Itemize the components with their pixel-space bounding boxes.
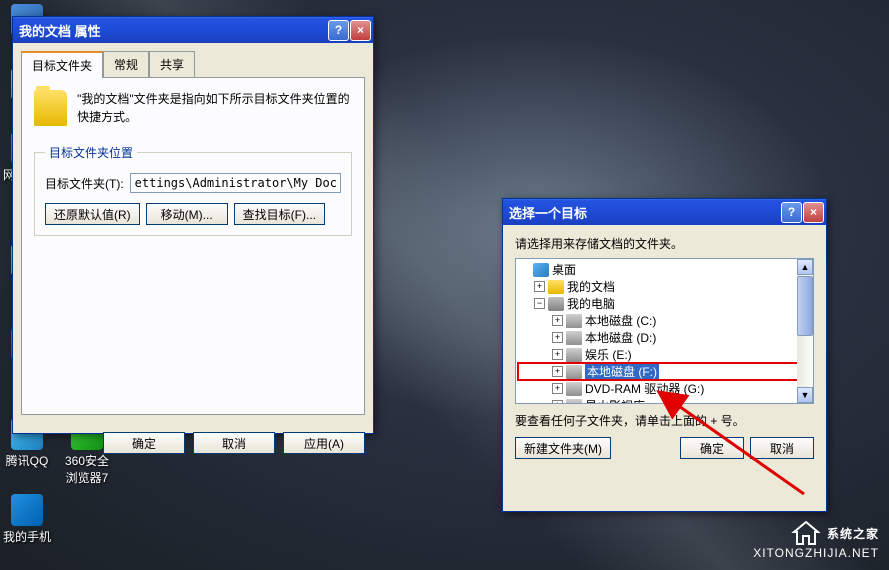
tree-node-drive-d[interactable]: +本地磁盘 (D:) [518, 329, 811, 346]
target-input[interactable] [130, 173, 341, 193]
tree-node-mydocs[interactable]: +我的文档 [518, 278, 811, 295]
help-button[interactable]: ? [781, 202, 802, 223]
help-button[interactable]: ? [328, 20, 349, 41]
find-target-button[interactable]: 查找目标(F)... [234, 203, 325, 225]
target-location-group: 目标文件夹位置 目标文件夹(T): 还原默认值(R) 移动(M)... 查找目标… [34, 144, 352, 236]
tree-node-mycomputer[interactable]: −我的电脑 [518, 295, 811, 312]
folder-tree[interactable]: 桌面 +我的文档 −我的电脑 +本地磁盘 (C:) +本地磁盘 (D:) +娱乐… [515, 258, 814, 404]
hint-text: 要查看任何子文件夹，请单击上面的 + 号。 [515, 412, 814, 429]
drive-icon [566, 365, 582, 379]
expand-icon[interactable]: + [552, 400, 563, 404]
window-title: 我的文档 属性 [19, 21, 327, 40]
folder-icon [34, 90, 67, 126]
cancel-button[interactable]: 取消 [750, 437, 814, 459]
close-button[interactable]: × [350, 20, 371, 41]
move-button[interactable]: 移动(M)... [146, 203, 228, 225]
drive-icon [566, 382, 582, 396]
expand-icon[interactable]: + [534, 281, 545, 292]
drive-icon [566, 348, 582, 362]
scrollbar-vertical[interactable]: ▲ ▼ [797, 259, 813, 403]
expand-icon[interactable]: + [552, 349, 563, 360]
folder-icon [548, 280, 564, 294]
tree-node-drive-c[interactable]: +本地磁盘 (C:) [518, 312, 811, 329]
target-label: 目标文件夹(T): [45, 175, 124, 192]
watermark-brand: 系统之家 [827, 525, 879, 542]
description-text: "我的文档"文件夹是指向如下所示目标文件夹位置的快捷方式。 [77, 90, 352, 126]
tab-strip: 目标文件夹 常规 共享 [21, 51, 365, 78]
tab-general[interactable]: 常规 [103, 51, 149, 78]
house-icon [791, 520, 821, 546]
desktop-icon [533, 263, 549, 277]
close-button[interactable]: × [803, 202, 824, 223]
prompt-text: 请选择用来存储文档的文件夹。 [515, 235, 814, 252]
tree-node-desktop[interactable]: 桌面 [518, 261, 811, 278]
titlebar[interactable]: 我的文档 属性 ? × [13, 17, 373, 43]
tree-node-drive-g[interactable]: +DVD-RAM 驱动器 (G:) [518, 380, 811, 397]
expand-icon[interactable]: + [552, 332, 563, 343]
apply-button[interactable]: 应用(A) [283, 432, 365, 454]
scroll-down-button[interactable]: ▼ [797, 387, 813, 403]
cancel-button[interactable]: 取消 [193, 432, 275, 454]
computer-icon [548, 297, 564, 311]
drive-icon [566, 399, 582, 405]
watermark: 系统之家 XITONGZHIJIA.NET [753, 520, 879, 560]
expand-icon[interactable]: + [552, 366, 563, 377]
collapse-icon[interactable]: − [534, 298, 545, 309]
expand-icon[interactable]: + [552, 383, 563, 394]
tree-node-extra[interactable]: +星火影视库 [518, 397, 811, 404]
restore-default-button[interactable]: 还原默认值(R) [45, 203, 140, 225]
expand-icon[interactable]: + [552, 315, 563, 326]
ok-button[interactable]: 确定 [680, 437, 744, 459]
tree-node-drive-e[interactable]: +娱乐 (E:) [518, 346, 811, 363]
drive-icon [566, 331, 582, 345]
browse-folder-dialog: 选择一个目标 ? × 请选择用来存储文档的文件夹。 桌面 +我的文档 −我的电脑… [502, 198, 827, 512]
window-title: 选择一个目标 [509, 203, 780, 222]
tree-node-drive-f[interactable]: +本地磁盘 (F:) [518, 363, 811, 380]
ok-button[interactable]: 确定 [103, 432, 185, 454]
group-legend: 目标文件夹位置 [45, 144, 137, 161]
tab-sharing[interactable]: 共享 [149, 51, 195, 78]
tab-panel: "我的文档"文件夹是指向如下所示目标文件夹位置的快捷方式。 目标文件夹位置 目标… [21, 77, 365, 415]
scroll-up-button[interactable]: ▲ [797, 259, 813, 275]
titlebar[interactable]: 选择一个目标 ? × [503, 199, 826, 225]
tab-target-folder[interactable]: 目标文件夹 [21, 51, 103, 78]
desktop-icon[interactable]: 我的手机 [2, 494, 52, 545]
drive-icon [566, 314, 582, 328]
scroll-thumb[interactable] [797, 276, 813, 336]
watermark-url: XITONGZHIJIA.NET [753, 546, 879, 560]
new-folder-button[interactable]: 新建文件夹(M) [515, 437, 611, 459]
properties-dialog: 我的文档 属性 ? × 目标文件夹 常规 共享 "我的文档"文件夹是指向如下所示… [12, 16, 374, 434]
